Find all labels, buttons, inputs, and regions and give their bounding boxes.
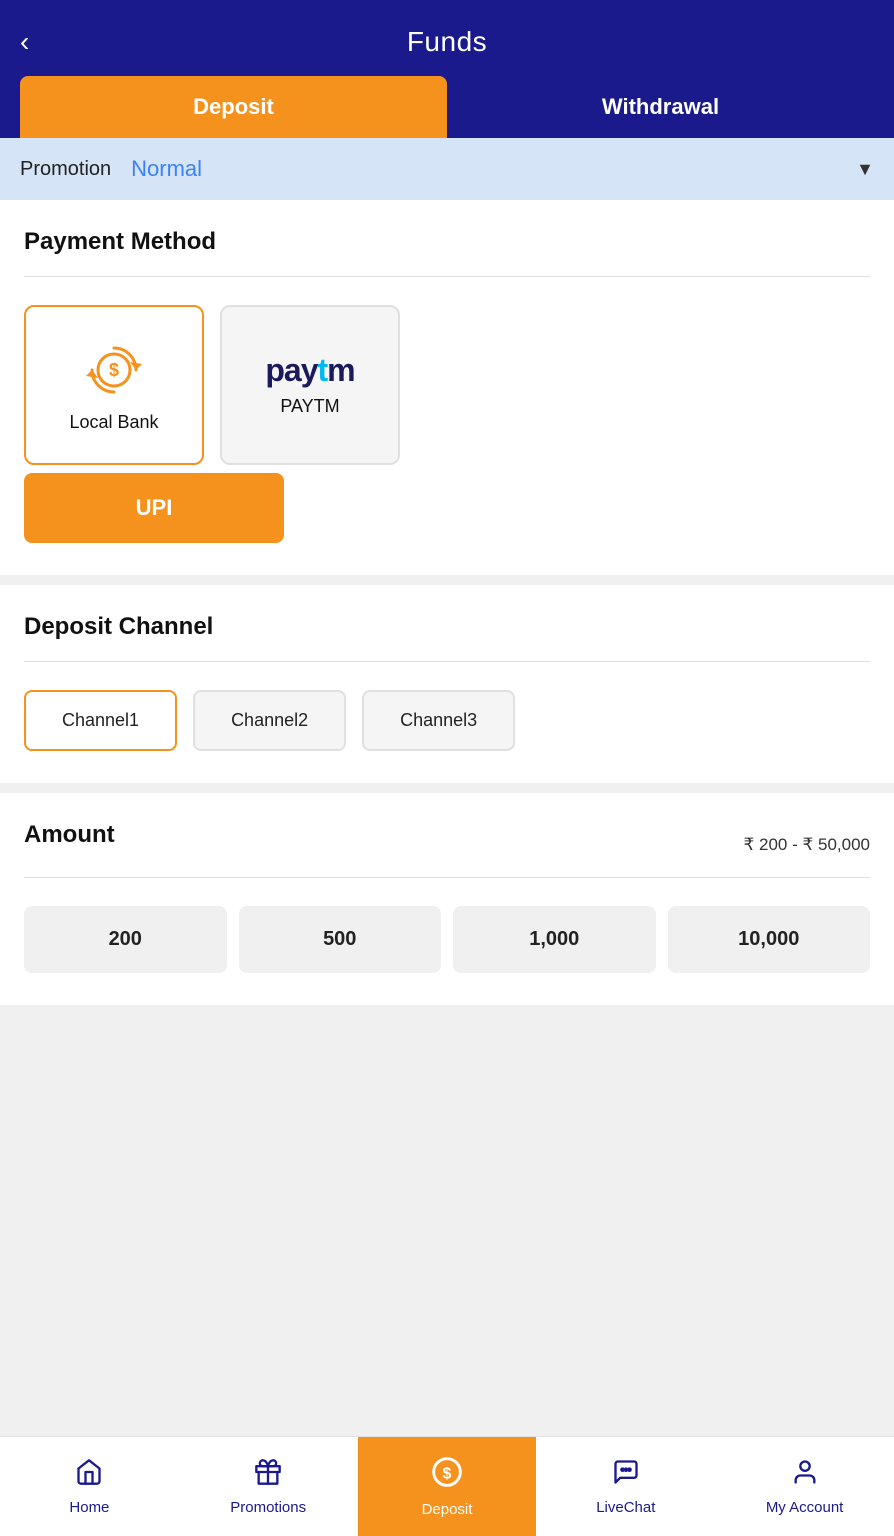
svg-text:$: $ bbox=[443, 1465, 452, 1482]
page-title: Funds bbox=[407, 26, 487, 58]
channel-3[interactable]: Channel3 bbox=[362, 690, 515, 751]
local-bank-label: Local Bank bbox=[69, 412, 158, 433]
tab-deposit[interactable]: Deposit bbox=[20, 76, 447, 138]
chat-icon bbox=[612, 1458, 640, 1493]
deposit-icon: $ bbox=[431, 1456, 463, 1495]
payment-method-title: Payment Method bbox=[24, 228, 870, 256]
bottom-nav: Home Promotions $ Deposit bbox=[0, 1436, 894, 1536]
amount-500[interactable]: 500 bbox=[239, 906, 442, 973]
amount-grid: 200 500 1,000 10,000 bbox=[24, 906, 870, 973]
payment-paytm[interactable]: paytm PAYTM bbox=[220, 305, 400, 465]
channel-row: Channel1 Channel2 Channel3 bbox=[24, 690, 870, 751]
amount-1000[interactable]: 1,000 bbox=[453, 906, 656, 973]
chevron-down-icon: ▼ bbox=[856, 159, 874, 180]
amount-section: Amount ₹ 200 - ₹ 50,000 200 500 1,000 10… bbox=[0, 793, 894, 1005]
promotion-label: Promotion bbox=[20, 158, 111, 181]
user-icon bbox=[791, 1458, 819, 1493]
amount-200[interactable]: 200 bbox=[24, 906, 227, 973]
nav-home-label: Home bbox=[69, 1499, 109, 1516]
local-bank-icon: $ bbox=[82, 338, 146, 402]
nav-promotions-label: Promotions bbox=[230, 1499, 306, 1516]
divider3 bbox=[24, 877, 870, 878]
tab-row: Deposit Withdrawal bbox=[20, 76, 874, 138]
nav-livechat-label: LiveChat bbox=[596, 1499, 655, 1516]
payment-local-bank[interactable]: $ Local Bank bbox=[24, 305, 204, 465]
header: ‹ Funds Deposit Withdrawal bbox=[0, 0, 894, 138]
amount-range: ₹ 200 - ₹ 50,000 bbox=[743, 835, 870, 855]
nav-myaccount-label: My Account bbox=[766, 1499, 844, 1516]
amount-header: Amount ₹ 200 - ₹ 50,000 bbox=[24, 821, 870, 869]
channel-1[interactable]: Channel1 bbox=[24, 690, 177, 751]
paytm-label: PAYTM bbox=[280, 396, 339, 417]
nav-deposit-label: Deposit bbox=[422, 1501, 473, 1518]
paytm-logo: paytm bbox=[265, 354, 354, 386]
promotion-select[interactable]: Normal ▼ bbox=[131, 156, 874, 182]
back-button[interactable]: ‹ bbox=[20, 28, 29, 56]
svg-text:$: $ bbox=[109, 360, 119, 380]
channel-2[interactable]: Channel2 bbox=[193, 690, 346, 751]
divider2 bbox=[24, 661, 870, 662]
home-icon bbox=[75, 1458, 103, 1493]
deposit-channel-section: Deposit Channel Channel1 Channel2 Channe… bbox=[0, 585, 894, 783]
amount-10000[interactable]: 10,000 bbox=[668, 906, 871, 973]
payment-upi[interactable]: UPI bbox=[24, 473, 284, 543]
amount-title: Amount bbox=[24, 821, 115, 849]
nav-myaccount[interactable]: My Account bbox=[715, 1437, 894, 1536]
divider bbox=[24, 276, 870, 277]
nav-home[interactable]: Home bbox=[0, 1437, 179, 1536]
payment-method-section: Payment Method $ Local Bank bbox=[0, 200, 894, 575]
promotion-value: Normal bbox=[131, 156, 202, 182]
header-top: ‹ Funds bbox=[20, 16, 874, 76]
nav-promotions[interactable]: Promotions bbox=[179, 1437, 358, 1536]
tab-withdrawal[interactable]: Withdrawal bbox=[447, 76, 874, 138]
payment-grid: $ Local Bank paytm PAYTM bbox=[24, 305, 870, 465]
promotion-row: Promotion Normal ▼ bbox=[0, 138, 894, 200]
nav-livechat[interactable]: LiveChat bbox=[536, 1437, 715, 1536]
gift-icon bbox=[254, 1458, 282, 1493]
deposit-channel-title: Deposit Channel bbox=[24, 613, 870, 641]
nav-deposit[interactable]: $ Deposit bbox=[358, 1437, 537, 1536]
